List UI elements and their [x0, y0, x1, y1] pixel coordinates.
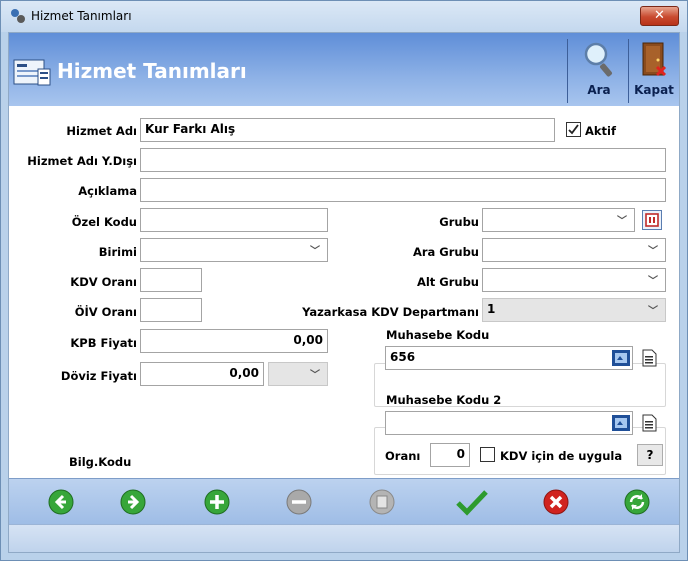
description-label: Açıklama — [78, 184, 137, 198]
service-form: Hizmet Adı Kur Farkı Alış Aktif Hizmet A… — [9, 106, 679, 478]
search-button[interactable]: Ara — [570, 37, 628, 103]
cash-register-vat-label: Yazarkasa KDV Departmanı — [302, 305, 479, 319]
document-icon[interactable] — [639, 348, 659, 368]
accounting-lookup-icon[interactable] — [611, 348, 631, 368]
remove-icon[interactable] — [285, 488, 313, 516]
cash-register-vat-value: 1 — [487, 302, 496, 316]
chevron-down-icon: ﹀ — [648, 306, 658, 317]
accounting-code-2-title: Muhasebe Kodu 2 — [386, 393, 502, 407]
kpb-price-label: KPB Fiyatı — [70, 336, 137, 350]
chevron-down-icon: ﹀ — [648, 276, 658, 287]
client-area: Hizmet Tanımları Ara Kapat Hizmet Adı Ku… — [8, 32, 680, 553]
accounting-code-title: Muhasebe Kodu — [386, 328, 490, 342]
save-icon[interactable] — [455, 488, 489, 516]
vat-rate-input[interactable] — [140, 268, 202, 292]
toolbar-separator — [567, 39, 568, 103]
page-title: Hizmet Tanımları — [57, 59, 247, 83]
header-banner: Hizmet Tanımları Ara Kapat — [9, 33, 679, 106]
exit-door-icon — [642, 42, 667, 77]
services-icon — [13, 59, 51, 86]
kpb-price-input[interactable]: 0,00 — [140, 329, 328, 353]
add-icon[interactable] — [203, 488, 231, 516]
sub-group-select[interactable]: ﹀ — [482, 268, 666, 292]
group-label: Grubu — [439, 215, 479, 229]
next-icon[interactable] — [119, 488, 147, 516]
vat-apply-label: KDV için de uygula — [500, 449, 623, 463]
foreign-name-label: Hizmet Adı Y.Dışı — [27, 154, 137, 168]
active-label: Aktif — [585, 124, 616, 138]
accounting-2-lookup-icon[interactable] — [611, 413, 631, 433]
help-button[interactable]: ? — [637, 444, 663, 466]
mid-group-select[interactable]: ﹀ — [482, 238, 666, 262]
chevron-down-icon: ﹀ — [617, 216, 627, 227]
check-icon — [568, 124, 579, 135]
chevron-down-icon: ﹀ — [648, 246, 658, 257]
mid-group-label: Ara Grubu — [412, 245, 479, 259]
close-form-button[interactable]: Kapat — [625, 37, 683, 103]
window-close-button[interactable]: ✕ — [640, 6, 679, 26]
window: Hizmet Tanımları ✕ Hizmet Tanımları Ara … — [0, 0, 688, 561]
refresh-icon[interactable] — [623, 488, 651, 516]
special-code-label: Özel Kodu — [71, 215, 137, 229]
foreign-name-input[interactable] — [140, 148, 666, 172]
vat-apply-checkbox[interactable] — [480, 447, 495, 462]
accounting-code-input[interactable]: 656 — [385, 346, 633, 370]
fx-price-label: Döviz Fiyatı — [60, 369, 137, 383]
search-icon — [584, 42, 612, 77]
rate-input[interactable]: 0 — [430, 443, 470, 467]
accounting-code-2-input[interactable] — [385, 411, 633, 435]
oiv-rate-input[interactable] — [140, 298, 202, 322]
vat-rate-label: KDV Oranı — [70, 275, 137, 289]
window-title: Hizmet Tanımları — [31, 9, 132, 23]
unit-select[interactable]: ﹀ — [140, 238, 328, 262]
status-bar — [9, 524, 679, 552]
oiv-rate-label: ÖİV Oranı — [74, 305, 137, 319]
unit-label: Birimi — [98, 245, 137, 259]
bottom-toolbar — [9, 478, 679, 524]
close-form-button-label: Kapat — [634, 83, 674, 97]
app-icon — [11, 9, 25, 23]
name-input[interactable]: Kur Farkı Alış — [140, 118, 555, 142]
active-checkbox[interactable] — [566, 122, 581, 137]
sub-group-label: Alt Grubu — [416, 275, 479, 289]
cancel-icon[interactable] — [542, 488, 570, 516]
name-label: Hizmet Adı — [66, 124, 137, 138]
previous-icon[interactable] — [47, 488, 75, 516]
fx-price-input[interactable]: 0,00 — [140, 362, 264, 386]
info-code-label: Bilg.Kodu — [69, 455, 132, 469]
group-select[interactable]: ﹀ — [482, 208, 635, 232]
search-button-label: Ara — [587, 83, 611, 97]
description-input[interactable] — [140, 178, 666, 202]
special-code-input[interactable] — [140, 208, 328, 232]
title-bar: Hizmet Tanımları ✕ — [1, 1, 687, 32]
browse-icon — [645, 213, 659, 227]
fx-currency-select[interactable]: ﹀ — [268, 362, 328, 386]
rate-label: Oranı — [385, 449, 421, 463]
chevron-down-icon: ﹀ — [310, 370, 320, 381]
delete-icon[interactable] — [368, 488, 396, 516]
document-icon[interactable] — [639, 413, 659, 433]
group-browse-button[interactable] — [642, 210, 662, 230]
cash-register-vat-select[interactable]: 1 ﹀ — [482, 298, 666, 322]
